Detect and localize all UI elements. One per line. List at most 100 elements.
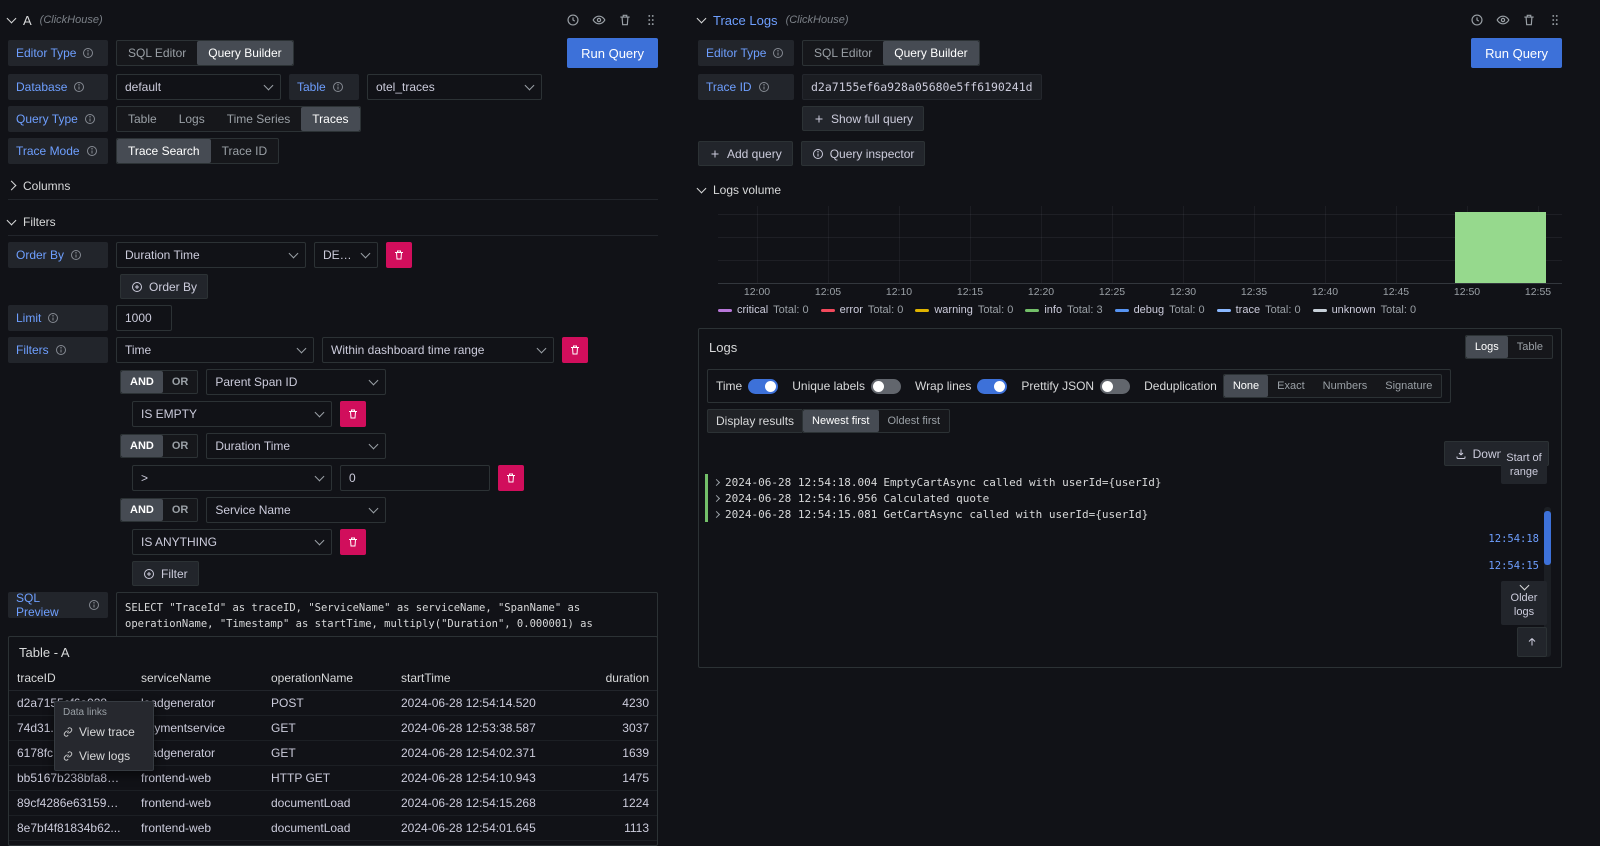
chevron-right-icon[interactable] xyxy=(713,494,720,501)
column-header-duration[interactable]: duration xyxy=(583,666,657,691)
column-header-starttime[interactable]: startTime xyxy=(393,666,583,691)
dedup-option-numbers[interactable]: Numbers xyxy=(1314,375,1377,397)
trace-mode-option-search[interactable]: Trace Search xyxy=(117,139,211,163)
order-by-direction-select[interactable]: DESC xyxy=(314,242,378,268)
remove-condition-button[interactable] xyxy=(340,529,366,555)
view-logs-menu-item[interactable]: View logs xyxy=(55,744,153,768)
query-type-option-logs[interactable]: Logs xyxy=(168,107,216,131)
legend-item-critical[interactable]: criticalTotal: 0 xyxy=(718,304,809,316)
info-icon[interactable] xyxy=(86,145,98,157)
database-select[interactable]: default xyxy=(116,74,281,100)
column-header-operationname[interactable]: operationName xyxy=(263,666,393,691)
bool-or-option[interactable]: OR xyxy=(163,499,198,521)
grip-icon[interactable] xyxy=(644,13,658,27)
run-query-button[interactable]: Run Query xyxy=(567,38,658,68)
info-volume-bar[interactable] xyxy=(1455,212,1546,283)
legend-item-trace[interactable]: traceTotal: 0 xyxy=(1217,304,1301,316)
query-type-option-table[interactable]: Table xyxy=(117,107,168,131)
info-icon[interactable] xyxy=(88,599,100,611)
dedup-option-exact[interactable]: Exact xyxy=(1268,375,1314,397)
info-icon[interactable] xyxy=(47,312,59,324)
eye-icon[interactable] xyxy=(1496,13,1510,27)
sort-option-newest[interactable]: Newest first xyxy=(803,410,878,432)
info-icon[interactable] xyxy=(332,81,344,93)
history-icon[interactable] xyxy=(1470,13,1484,27)
view-option-logs[interactable]: Logs xyxy=(1466,336,1508,358)
filter-field-select[interactable]: Time xyxy=(116,337,314,363)
filters-section-toggle[interactable]: Filters xyxy=(8,208,658,236)
older-logs-button[interactable]: Older logs xyxy=(1501,581,1547,625)
condition-field-select[interactable]: Parent Span ID xyxy=(206,369,386,395)
remove-condition-button[interactable] xyxy=(498,465,524,491)
nav-timestamp[interactable]: 12:54:18 xyxy=(1488,533,1539,545)
show-full-query-button[interactable]: Show full query xyxy=(802,106,924,131)
scroll-to-top-button[interactable] xyxy=(1517,627,1547,657)
condition-field-select[interactable]: Duration Time xyxy=(206,433,386,459)
condition-field-select[interactable]: Service Name xyxy=(206,497,386,523)
chevron-down-icon[interactable] xyxy=(7,14,17,24)
order-by-field-select[interactable]: Duration Time xyxy=(116,242,306,268)
bool-and-option[interactable]: AND xyxy=(121,435,163,457)
view-trace-menu-item[interactable]: View trace xyxy=(55,720,153,744)
remove-order-by-button[interactable] xyxy=(386,242,412,268)
prettify-json-toggle[interactable] xyxy=(1100,379,1130,394)
remove-condition-button[interactable] xyxy=(340,401,366,427)
bool-or-option[interactable]: OR xyxy=(163,435,198,457)
legend-item-warning[interactable]: warningTotal: 0 xyxy=(915,304,1013,316)
bool-and-option[interactable]: AND xyxy=(121,499,163,521)
info-icon[interactable] xyxy=(772,47,784,59)
wrap-lines-toggle[interactable] xyxy=(977,379,1007,394)
legend-item-error[interactable]: errorTotal: 0 xyxy=(821,304,904,316)
info-icon[interactable] xyxy=(82,47,94,59)
chevron-down-icon[interactable] xyxy=(697,14,707,24)
info-icon[interactable] xyxy=(73,81,85,93)
limit-input[interactable] xyxy=(116,305,172,331)
trash-icon[interactable] xyxy=(618,13,632,27)
info-icon[interactable] xyxy=(84,113,96,125)
bool-or-option[interactable]: OR xyxy=(163,371,198,393)
legend-item-unknown[interactable]: unknownTotal: 0 xyxy=(1313,304,1417,316)
bool-and-option[interactable]: AND xyxy=(121,371,163,393)
grip-icon[interactable] xyxy=(1548,13,1562,27)
trace-id-link[interactable]: 89cf4286e631591b4... xyxy=(9,791,133,816)
time-toggle[interactable] xyxy=(748,379,778,394)
logs-volume-section-toggle[interactable]: Logs volume xyxy=(698,180,1562,200)
trash-icon[interactable] xyxy=(1522,13,1536,27)
query-type-option-timeseries[interactable]: Time Series xyxy=(216,107,302,131)
chevron-right-icon[interactable] xyxy=(713,478,720,485)
chevron-right-icon[interactable] xyxy=(713,510,720,517)
nav-timestamp[interactable]: 12:54:15 xyxy=(1488,560,1539,572)
condition-operator-select[interactable]: > xyxy=(132,465,332,491)
table-select[interactable]: otel_traces xyxy=(367,74,542,100)
legend-item-debug[interactable]: debugTotal: 0 xyxy=(1115,304,1205,316)
dedup-option-none[interactable]: None xyxy=(1224,375,1268,397)
add-order-by-button[interactable]: Order By xyxy=(120,274,208,299)
trace-id-input[interactable] xyxy=(802,74,1042,100)
trace-mode-option-id[interactable]: Trace ID xyxy=(211,139,279,163)
scrollbar-thumb[interactable] xyxy=(1544,511,1551,565)
column-header-traceid[interactable]: traceID xyxy=(9,666,133,691)
condition-value-input[interactable] xyxy=(340,465,490,491)
log-row[interactable]: 2024-06-28 12:54:15.081 GetCartAsync cal… xyxy=(705,506,1561,522)
info-icon[interactable] xyxy=(70,249,82,261)
condition-operator-select[interactable]: IS ANYTHING xyxy=(132,529,332,555)
trace-id-link[interactable]: 8e7bf4f81834b62... xyxy=(9,816,133,841)
sort-option-oldest[interactable]: Oldest first xyxy=(879,410,950,432)
query-inspector-button[interactable]: Query inspector xyxy=(801,141,926,166)
dedup-option-signature[interactable]: Signature xyxy=(1376,375,1441,397)
run-query-button[interactable]: Run Query xyxy=(1471,38,1562,68)
condition-operator-select[interactable]: IS EMPTY xyxy=(132,401,332,427)
column-header-servicename[interactable]: serviceName xyxy=(133,666,263,691)
editor-type-option-builder[interactable]: Query Builder xyxy=(883,41,978,65)
history-icon[interactable] xyxy=(566,13,580,27)
columns-section-toggle[interactable]: Columns xyxy=(8,172,658,200)
editor-type-option-builder[interactable]: Query Builder xyxy=(197,41,292,65)
legend-item-info[interactable]: infoTotal: 3 xyxy=(1025,304,1102,316)
info-icon[interactable] xyxy=(55,344,67,356)
log-row[interactable]: 2024-06-28 12:54:16.956 Calculated quote xyxy=(705,490,1561,506)
add-filter-button[interactable]: Filter xyxy=(132,561,199,586)
filter-range-select[interactable]: Within dashboard time range xyxy=(322,337,554,363)
unique-labels-toggle[interactable] xyxy=(871,379,901,394)
editor-type-option-sql[interactable]: SQL Editor xyxy=(803,41,883,65)
info-icon[interactable] xyxy=(758,81,770,93)
